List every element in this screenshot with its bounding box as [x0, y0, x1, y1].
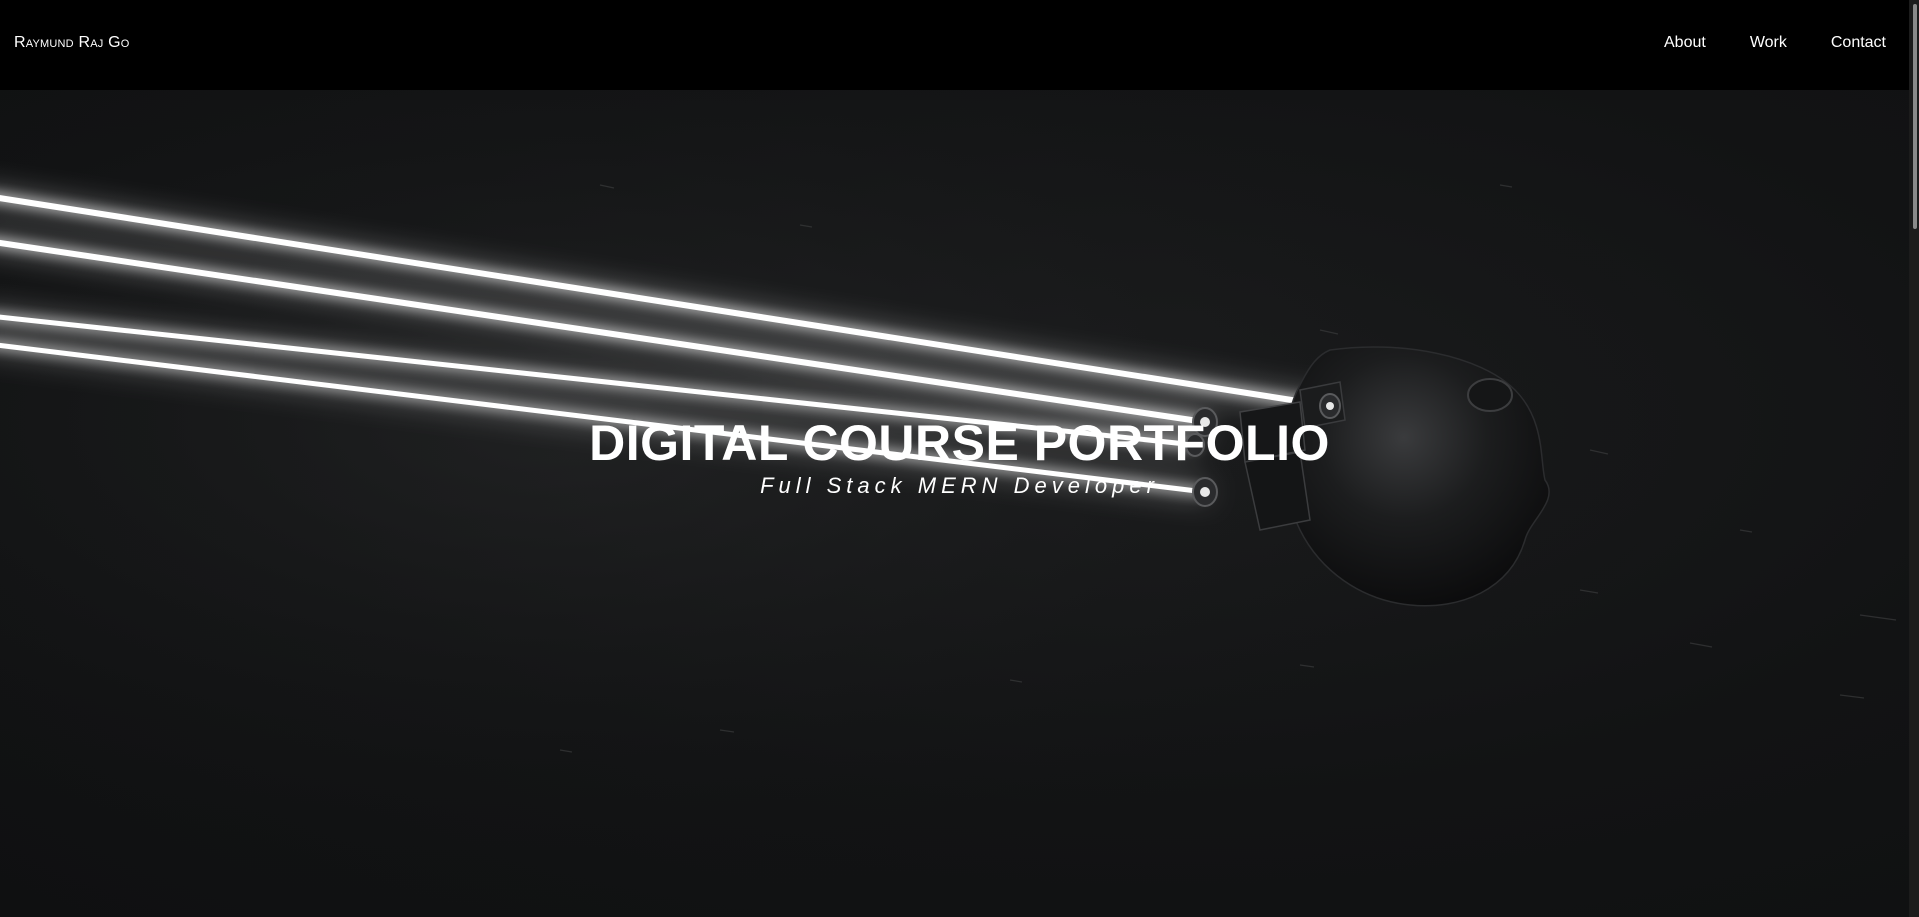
- nav-link-about[interactable]: About: [1664, 34, 1706, 52]
- hero-scene-illustration: [0, 90, 1919, 917]
- nav-links: About Work Contact: [1620, 34, 1886, 52]
- hero-subtitle: Full Stack MERN Developer: [760, 473, 1159, 498]
- nav-link-contact[interactable]: Contact: [1831, 34, 1886, 52]
- scrollbar-thumb[interactable]: [1913, 4, 1917, 229]
- page-scrollbar[interactable]: [1909, 0, 1919, 917]
- page: Raymund Raj Go About Work Contact DIGITA…: [0, 0, 1919, 917]
- navbar: Raymund Raj Go About Work Contact: [0, 0, 1919, 90]
- ambient-haze: [0, 90, 1919, 917]
- nav-link-work[interactable]: Work: [1750, 34, 1787, 52]
- hero-text: DIGITAL COURSE PORTFOLIO Full Stack MERN…: [0, 418, 1919, 499]
- hero-section: DIGITAL COURSE PORTFOLIO Full Stack MERN…: [0, 90, 1919, 917]
- hero-title: DIGITAL COURSE PORTFOLIO: [589, 415, 1330, 471]
- brand-name[interactable]: Raymund Raj Go: [14, 34, 130, 52]
